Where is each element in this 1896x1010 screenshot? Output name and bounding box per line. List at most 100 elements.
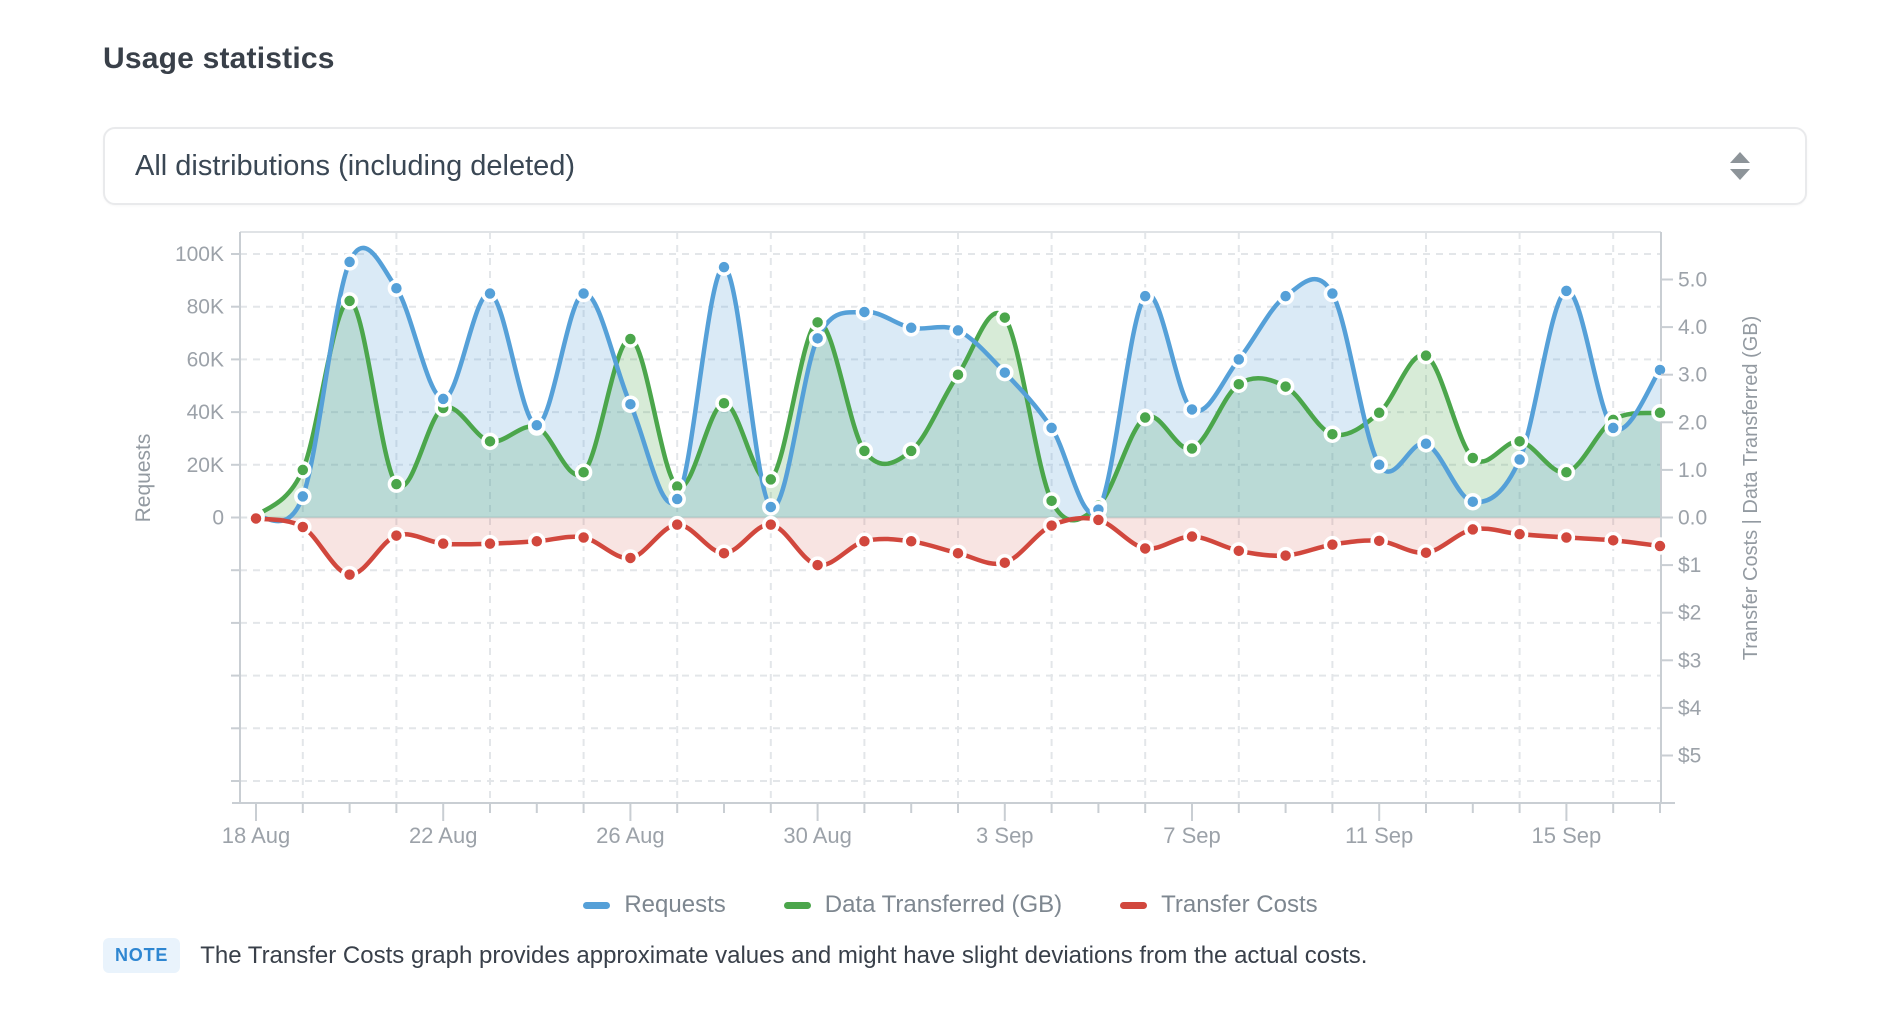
usage-chart[interactable]: 100K80K60K40K20K05.04.03.02.01.00.0$1$2$… — [0, 0, 1896, 1010]
data-transferred-gb-point[interactable] — [717, 396, 731, 410]
data-transferred-gb-point[interactable] — [1513, 434, 1527, 448]
data-transferred-gb-point[interactable] — [1045, 494, 1059, 508]
requests-point[interactable] — [530, 418, 544, 432]
data-transferred-gb-point[interactable] — [904, 444, 918, 458]
right-axis-cost-tick-label: $2 — [1678, 602, 1701, 625]
transfer-costs-point[interactable] — [343, 568, 357, 582]
data-transferred-gb-point[interactable] — [623, 332, 637, 346]
transfer-costs-point[interactable] — [764, 518, 778, 532]
requests-point[interactable] — [623, 397, 637, 411]
transfer-costs-point[interactable] — [530, 534, 544, 548]
transfer-costs-point[interactable] — [998, 556, 1012, 570]
requests-point[interactable] — [670, 492, 684, 506]
transfer-costs-point[interactable] — [1325, 538, 1339, 552]
data-transferred-gb-point[interactable] — [1232, 377, 1246, 391]
data-transferred-gb-point[interactable] — [1419, 349, 1433, 363]
requests-point[interactable] — [951, 323, 965, 337]
requests-point[interactable] — [483, 287, 497, 301]
data-transferred-gb-point[interactable] — [577, 465, 591, 479]
requests-point[interactable] — [1138, 289, 1152, 303]
data-transferred-gb-point[interactable] — [857, 444, 871, 458]
requests-point[interactable] — [1232, 352, 1246, 366]
transfer-costs-point[interactable] — [1513, 527, 1527, 541]
transfer-costs-point[interactable] — [717, 546, 731, 560]
transfer-costs-point[interactable] — [1653, 539, 1667, 553]
requests-point[interactable] — [764, 500, 778, 514]
requests-point[interactable] — [857, 305, 871, 319]
data-transferred-gb-point[interactable] — [1185, 441, 1199, 455]
data-transferred-gb-point[interactable] — [811, 315, 825, 329]
transfer-costs-point[interactable] — [951, 546, 965, 560]
transfer-costs-point[interactable] — [623, 551, 637, 565]
transfer-costs-point[interactable] — [670, 518, 684, 532]
requests-point[interactable] — [577, 287, 591, 301]
transfer-costs-point[interactable] — [1466, 522, 1480, 536]
x-axis-date-label: 15 Sep — [1532, 823, 1602, 848]
x-axis-date-label: 7 Sep — [1163, 823, 1221, 848]
requests-point[interactable] — [811, 331, 825, 345]
requests-point[interactable] — [1466, 495, 1480, 509]
transfer-costs-point[interactable] — [1559, 530, 1573, 544]
data-transferred-gb-point[interactable] — [1653, 406, 1667, 420]
left-axis-tick-label: 80K — [187, 296, 224, 319]
legend-item-requests[interactable]: Requests — [583, 891, 725, 919]
transfer-costs-point[interactable] — [296, 520, 310, 534]
data-transferred-gb-point[interactable] — [483, 434, 497, 448]
right-axis-cost-tick-label: $1 — [1678, 554, 1701, 577]
data-transferred-gb-point[interactable] — [296, 463, 310, 477]
transfer-costs-point[interactable] — [1185, 530, 1199, 544]
legend-item-data-transferred[interactable]: Data Transferred (GB) — [784, 891, 1062, 919]
transfer-costs-point[interactable] — [1138, 541, 1152, 555]
data-transferred-gb-point[interactable] — [1466, 451, 1480, 465]
requests-point[interactable] — [1513, 453, 1527, 467]
requests-point[interactable] — [717, 260, 731, 274]
data-transferred-gb-point[interactable] — [764, 472, 778, 486]
transfer-costs-point[interactable] — [1232, 544, 1246, 558]
x-axis-date-label: 26 Aug — [596, 823, 665, 848]
transfer-costs-point[interactable] — [389, 529, 403, 543]
data-transferred-gb-point[interactable] — [343, 294, 357, 308]
transfer-costs-point[interactable] — [1419, 546, 1433, 560]
transfer-costs-point[interactable] — [249, 511, 263, 525]
right-axis-gb-tick-label: 1.0 — [1678, 459, 1707, 482]
data-transferred-legend-label: Data Transferred (GB) — [825, 891, 1062, 919]
data-transferred-gb-point[interactable] — [1372, 406, 1386, 420]
requests-point[interactable] — [1559, 284, 1573, 298]
transfer-costs-point[interactable] — [483, 537, 497, 551]
transfer-costs-point[interactable] — [1091, 513, 1105, 527]
data-transferred-gb-point[interactable] — [1325, 427, 1339, 441]
data-transferred-gb-point[interactable] — [951, 368, 965, 382]
requests-point[interactable] — [1185, 402, 1199, 416]
data-transferred-gb-point[interactable] — [1279, 380, 1293, 394]
transfer-costs-point[interactable] — [1606, 533, 1620, 547]
requests-point[interactable] — [998, 366, 1012, 380]
transfer-costs-point[interactable] — [577, 530, 591, 544]
requests-point[interactable] — [1419, 437, 1433, 451]
transfer-costs-point[interactable] — [904, 534, 918, 548]
requests-point[interactable] — [1372, 458, 1386, 472]
transfer-costs-point[interactable] — [1045, 519, 1059, 533]
requests-point[interactable] — [1325, 287, 1339, 301]
transfer-costs-point[interactable] — [1279, 549, 1293, 563]
requests-point[interactable] — [1279, 289, 1293, 303]
data-transferred-gb-point[interactable] — [1559, 465, 1573, 479]
requests-point[interactable] — [1045, 421, 1059, 435]
legend-item-transfer-costs[interactable]: Transfer Costs — [1120, 891, 1317, 919]
transfer-costs-point[interactable] — [857, 534, 871, 548]
requests-point[interactable] — [296, 489, 310, 503]
data-transferred-gb-point[interactable] — [1138, 411, 1152, 425]
requests-point[interactable] — [1606, 421, 1620, 435]
requests-point[interactable] — [436, 392, 450, 406]
right-axis-title: Transfer Costs | Data Transferred (GB) — [1740, 316, 1762, 661]
requests-point[interactable] — [389, 281, 403, 295]
transfer-costs-point[interactable] — [811, 558, 825, 572]
left-axis-tick-label: 0 — [212, 507, 224, 530]
requests-point[interactable] — [343, 255, 357, 269]
data-transferred-gb-point[interactable] — [998, 311, 1012, 325]
x-axis-date-label: 18 Aug — [222, 823, 291, 848]
requests-point[interactable] — [904, 321, 918, 335]
transfer-costs-point[interactable] — [436, 537, 450, 551]
left-axis-tick-label: 20K — [187, 454, 224, 477]
transfer-costs-point[interactable] — [1372, 534, 1386, 548]
data-transferred-gb-point[interactable] — [389, 477, 403, 491]
